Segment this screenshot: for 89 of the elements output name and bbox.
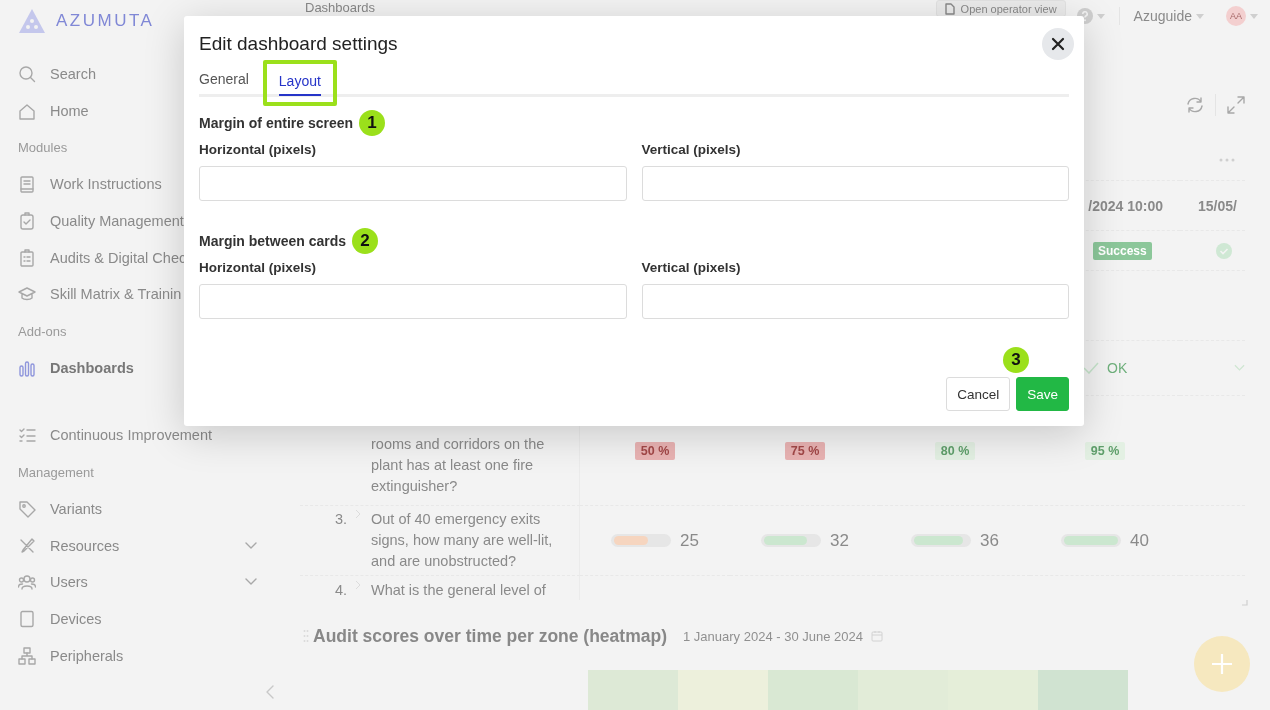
resize-handle-icon[interactable] (1242, 600, 1248, 606)
chevron-down-icon[interactable] (245, 541, 257, 550)
cancel-button[interactable]: Cancel (946, 377, 1011, 411)
add-button[interactable] (1194, 636, 1250, 692)
clipboard-check-icon (18, 211, 36, 230)
close-icon (1051, 37, 1065, 51)
save-button[interactable]: Save (1016, 377, 1069, 411)
caret-down-icon[interactable] (1096, 13, 1105, 19)
sidebar-item[interactable]: Audits & Digital Chec (0, 239, 187, 276)
section-title: Margin between cards (199, 233, 347, 249)
sidebar-item[interactable]: Skill Matrix & Trainin (0, 275, 182, 313)
chevron-down-icon[interactable] (245, 578, 257, 587)
sidebar-item[interactable]: Users (0, 564, 285, 601)
step-badge: 1 (359, 110, 386, 136)
sidebar-item[interactable]: Search (0, 55, 96, 93)
dialog-title: Edit dashboard settings (199, 33, 399, 55)
input-field[interactable] (641, 166, 1069, 201)
sidebar-item[interactable]: Resources (0, 527, 285, 565)
section-header: Add-ons (18, 323, 67, 339)
caret-down-icon[interactable] (1196, 13, 1204, 19)
clipboard-icon (18, 248, 36, 267)
tab[interactable]: Layout (278, 72, 321, 96)
tag-icon (18, 499, 36, 518)
more-icon[interactable] (1219, 158, 1235, 162)
users-icon (18, 573, 36, 592)
field-label: Horizontal (pixels) (199, 141, 317, 159)
field-label: Vertical (pixels) (641, 259, 742, 277)
sidebar-item[interactable]: Peripherals (0, 637, 124, 675)
document-icon (944, 2, 955, 15)
tools-icon (18, 536, 36, 555)
calendar-icon[interactable] (870, 630, 883, 642)
book-icon (18, 175, 36, 194)
network-icon (18, 646, 36, 665)
score-badge: 75 % (784, 441, 826, 460)
score-badge: 95 % (1084, 441, 1126, 460)
sidebar-item[interactable]: Variants (0, 490, 103, 528)
sidebar-item[interactable]: Continuous Improvement (0, 417, 212, 454)
expand-icon[interactable] (1226, 95, 1246, 115)
score-badge: 80 % (934, 441, 976, 460)
question-text: rooms and corridors on the plant has at least one fire extinguisher? (371, 435, 546, 496)
field-label: Horizontal (pixels) (199, 259, 317, 277)
status-badge: Success (1093, 241, 1152, 260)
date-range: 1 January 2024 - 30 June 2024 (683, 628, 863, 644)
bar-chart-icon (18, 358, 36, 377)
date-cell: 15/05/ (1198, 197, 1237, 214)
tablet-icon (18, 610, 36, 629)
step-badge: 2 (352, 228, 379, 254)
check-icon (1083, 362, 1099, 374)
field-label: Vertical (pixels) (641, 141, 742, 159)
score-badge: 50 % (634, 441, 676, 460)
close-button[interactable] (1042, 28, 1074, 60)
chart-title: Audit scores over time per zone (heatmap) (313, 625, 667, 647)
section-title: Margin of entire screen (199, 115, 354, 131)
home-icon (18, 101, 36, 120)
check-circle-icon (1216, 242, 1232, 259)
input-field[interactable] (641, 284, 1069, 319)
question-text: What is the general level of (371, 581, 547, 600)
question-text: Out of 40 emergency exits signs, how many are well-lit, and are unobstructed? (371, 510, 554, 571)
plus-icon (1210, 652, 1234, 676)
count-value: 25 (680, 530, 699, 551)
count-value: 40 (1130, 530, 1149, 551)
refresh-icon[interactable] (1185, 96, 1205, 114)
input-field[interactable] (199, 284, 627, 319)
sidebar-item[interactable]: Quality Management (0, 202, 184, 240)
logo-icon (18, 7, 46, 34)
section-header: Modules (18, 139, 68, 155)
section-header: Management (18, 464, 94, 480)
count-value: 36 (980, 530, 999, 551)
sidebar-item[interactable]: Devices (0, 600, 102, 638)
row-number: 4. (335, 581, 348, 600)
date-cell: /2024 10:00 (1088, 197, 1163, 214)
sidebar-item[interactable]: Dashboards (0, 349, 134, 387)
sidebar-item[interactable]: Work Instructions (0, 165, 162, 203)
caret-down-icon[interactable] (1250, 13, 1258, 19)
step-badge: 3 (1003, 347, 1029, 373)
result-text: OK (1107, 360, 1128, 376)
workspace-selector[interactable]: Azuguide (1133, 8, 1192, 24)
user-avatar[interactable]: AA (1226, 6, 1246, 26)
tab[interactable]: General (199, 70, 249, 94)
sidebar-item[interactable]: Home (0, 92, 89, 129)
checklist-icon (18, 426, 36, 445)
chevron-left-icon[interactable] (265, 685, 275, 700)
input-field[interactable] (199, 166, 627, 201)
row-number: 3. (335, 510, 348, 529)
brand-name: AZUMUTA (56, 10, 155, 31)
count-value: 32 (830, 530, 849, 551)
drag-handle-icon[interactable] (303, 629, 309, 643)
page-title: Dashboards (305, 0, 377, 15)
search-icon (18, 64, 36, 83)
